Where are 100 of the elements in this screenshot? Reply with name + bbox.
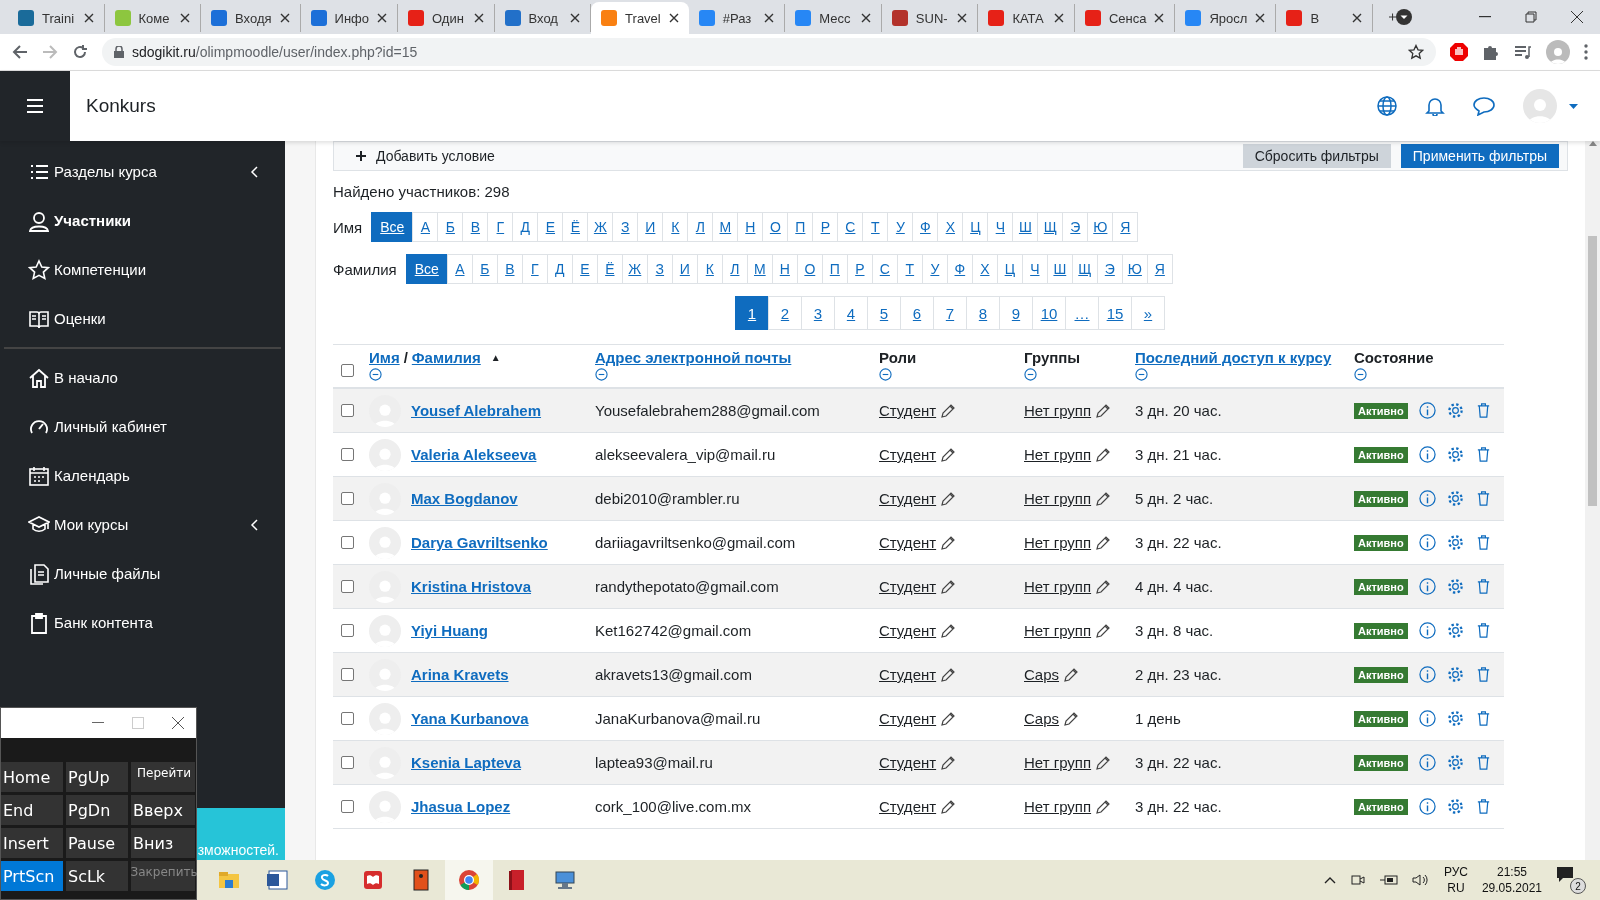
letter-filter[interactable]: Ё bbox=[596, 254, 623, 284]
browser-tab[interactable]: Сенса bbox=[1074, 4, 1176, 32]
pencil-icon[interactable] bbox=[1095, 798, 1112, 815]
chrome-icon[interactable] bbox=[445, 860, 493, 900]
select-all-checkbox[interactable] bbox=[341, 364, 354, 377]
sidebar-item[interactable]: Личный кабинет bbox=[0, 402, 285, 451]
close-icon[interactable] bbox=[570, 13, 581, 23]
letter-filter[interactable]: Т bbox=[896, 254, 923, 284]
info-icon[interactable] bbox=[1418, 798, 1436, 815]
close-icon[interactable] bbox=[172, 717, 184, 729]
back-icon[interactable] bbox=[12, 44, 28, 60]
letter-filter[interactable]: Г bbox=[487, 212, 514, 242]
keyboard-key[interactable]: PrtScn bbox=[1, 861, 63, 891]
user-name-link[interactable]: Yana Kurbanova bbox=[411, 710, 529, 727]
info-icon[interactable] bbox=[1418, 578, 1436, 595]
row-checkbox[interactable] bbox=[341, 624, 354, 637]
close-icon[interactable] bbox=[473, 13, 484, 23]
close-icon[interactable] bbox=[1053, 13, 1064, 23]
sort-link[interactable]: Имя bbox=[369, 349, 400, 366]
letter-filter[interactable]: Я bbox=[1112, 212, 1139, 242]
close-icon[interactable] bbox=[279, 13, 290, 23]
pencil-icon[interactable] bbox=[1095, 490, 1112, 507]
user-name-link[interactable]: Ksenia Lapteva bbox=[411, 754, 522, 771]
letter-filter[interactable]: Н bbox=[771, 254, 798, 284]
keyboard-key[interactable]: Insert bbox=[1, 828, 63, 858]
group-link[interactable]: Нет групп bbox=[1024, 798, 1092, 815]
page-link[interactable]: … bbox=[1065, 296, 1099, 330]
letter-filter[interactable]: И bbox=[671, 254, 698, 284]
settings-icon[interactable] bbox=[1446, 754, 1464, 771]
caret-icon[interactable] bbox=[1569, 103, 1578, 109]
sidebar-item[interactable]: Компетенции bbox=[0, 245, 285, 294]
close-icon[interactable] bbox=[1571, 11, 1584, 23]
tab-search-icon[interactable] bbox=[1396, 9, 1413, 25]
column-header[interactable]: Адрес электронной почты bbox=[595, 349, 879, 366]
pencil-icon[interactable] bbox=[940, 534, 957, 551]
browser-tab[interactable]: КАТА bbox=[978, 4, 1075, 32]
browser-tab[interactable]: SUN- bbox=[881, 4, 979, 32]
letter-filter[interactable]: Е bbox=[537, 212, 564, 242]
letter-filter[interactable]: Ж bbox=[587, 212, 614, 242]
letter-filter[interactable]: Л bbox=[721, 254, 748, 284]
letter-filter[interactable]: О bbox=[796, 254, 823, 284]
letter-filter[interactable]: Ц bbox=[962, 212, 989, 242]
letter-filter[interactable]: Ю bbox=[1121, 254, 1148, 284]
letter-filter[interactable]: З bbox=[646, 254, 673, 284]
pencil-icon[interactable] bbox=[1095, 622, 1112, 639]
letter-filter[interactable]: Ц bbox=[996, 254, 1023, 284]
lock-icon[interactable] bbox=[114, 46, 124, 58]
page-link[interactable]: » bbox=[1131, 296, 1165, 330]
pencil-icon[interactable] bbox=[1095, 754, 1112, 771]
keyboard-key[interactable]: PgDn bbox=[66, 795, 128, 825]
letter-filter[interactable]: Все bbox=[371, 212, 414, 242]
user-name-link[interactable]: Yiyi Huang bbox=[411, 622, 488, 639]
letter-filter[interactable]: А bbox=[412, 212, 439, 242]
close-icon[interactable] bbox=[83, 13, 94, 23]
letter-filter[interactable]: Щ bbox=[1071, 254, 1098, 284]
letter-filter[interactable]: Ш bbox=[1046, 254, 1073, 284]
minimize-icon[interactable] bbox=[1479, 16, 1492, 18]
settings-icon[interactable] bbox=[1446, 710, 1464, 727]
row-checkbox[interactable] bbox=[341, 800, 354, 813]
chevron-left-icon[interactable] bbox=[249, 165, 261, 178]
settings-icon[interactable] bbox=[1446, 578, 1464, 595]
pencil-icon[interactable] bbox=[940, 446, 957, 463]
letter-filter[interactable]: Т bbox=[862, 212, 889, 242]
chat-icon[interactable] bbox=[1473, 96, 1495, 116]
settings-icon[interactable] bbox=[1446, 402, 1464, 419]
browser-tab[interactable]: Вход bbox=[494, 4, 592, 32]
pencil-icon[interactable] bbox=[940, 490, 957, 507]
role-link[interactable]: Студент bbox=[879, 798, 937, 815]
info-icon[interactable] bbox=[1418, 710, 1436, 727]
letter-filter[interactable]: Б bbox=[471, 254, 498, 284]
pencil-icon[interactable] bbox=[940, 578, 957, 595]
keyboard-key[interactable]: Вверх bbox=[131, 795, 195, 825]
user-name-link[interactable]: Darya Gavriltsenko bbox=[411, 534, 548, 551]
close-icon[interactable] bbox=[1351, 13, 1362, 23]
close-icon[interactable] bbox=[668, 13, 679, 23]
close-icon[interactable] bbox=[180, 13, 191, 23]
letter-filter[interactable]: Щ bbox=[1037, 212, 1064, 242]
apply-filters-button[interactable]: Применить фильтры bbox=[1400, 144, 1559, 168]
plus-icon[interactable] bbox=[356, 151, 366, 161]
pencil-icon[interactable] bbox=[940, 798, 957, 815]
letter-filter[interactable]: Е bbox=[571, 254, 598, 284]
settings-icon[interactable] bbox=[1446, 534, 1464, 551]
sidebar-item[interactable]: Календарь bbox=[0, 451, 285, 500]
sidebar-item[interactable]: Участники bbox=[0, 196, 285, 245]
row-checkbox[interactable] bbox=[341, 668, 354, 681]
row-checkbox[interactable] bbox=[341, 492, 354, 505]
role-link[interactable]: Студент bbox=[879, 578, 937, 595]
role-link[interactable]: Студент bbox=[879, 666, 937, 683]
star-icon[interactable] bbox=[1408, 44, 1424, 60]
clock-date[interactable]: 29.05.2021 bbox=[1481, 880, 1542, 896]
group-link[interactable]: Нет групп bbox=[1024, 446, 1092, 463]
role-link[interactable]: Студент bbox=[879, 534, 937, 551]
page-link[interactable]: 8 bbox=[966, 296, 1000, 330]
page-link[interactable]: 9 bbox=[999, 296, 1033, 330]
letter-filter[interactable]: Ш bbox=[1012, 212, 1039, 242]
pencil-icon[interactable] bbox=[940, 622, 957, 639]
page-link[interactable]: 10 bbox=[1032, 296, 1066, 330]
camera-icon[interactable] bbox=[1349, 872, 1366, 888]
close-icon[interactable] bbox=[1154, 13, 1165, 23]
layout-indicator[interactable]: RU bbox=[1447, 880, 1465, 896]
